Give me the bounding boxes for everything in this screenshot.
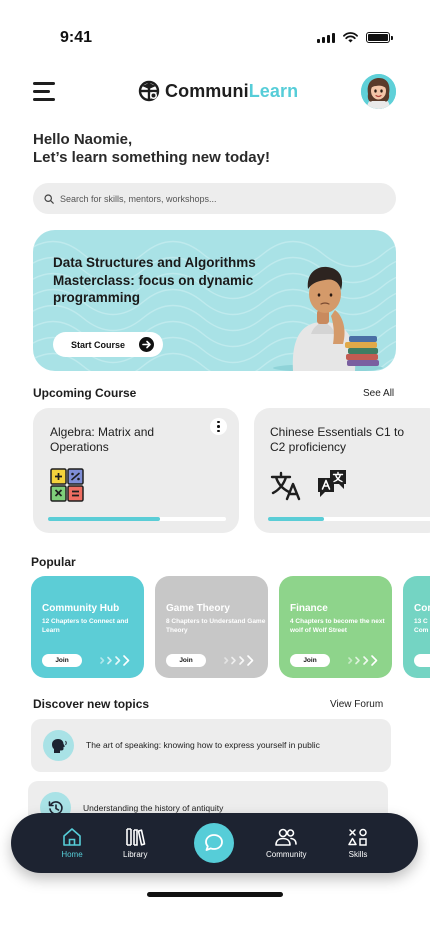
start-course-button[interactable]: Start Course <box>53 332 163 357</box>
popular-card-subtitle: 13 C Com <box>414 618 429 634</box>
upcoming-heading: Upcoming Course <box>33 386 137 400</box>
course-title: Chinese Essentials C1 to C2 proficiency <box>270 425 405 454</box>
chevrons-right-icon <box>224 655 254 666</box>
greeting-line-1: Hello Naomie, <box>33 131 133 148</box>
arrow-right-icon <box>139 337 154 352</box>
banner-title: Data Structures and Algorithms Mastercla… <box>53 255 256 305</box>
popular-card-subtitle: 4 Chapters to become the next wolf of Wo… <box>290 618 385 634</box>
battery-icon <box>366 32 393 43</box>
search-icon <box>44 193 54 204</box>
tab-home-label: Home <box>61 850 83 859</box>
popular-card-partial[interactable]: Cor 13 C Com J <box>403 576 430 678</box>
translate-icon <box>270 471 301 501</box>
search-input[interactable] <box>60 193 360 204</box>
join-button[interactable]: Join <box>290 654 330 667</box>
student-illustration <box>273 266 383 371</box>
home-icon <box>63 828 81 846</box>
popular-card-title: Community Hub <box>42 603 120 614</box>
tab-community[interactable]: Community <box>266 827 306 859</box>
greeting-line-2: Let’s learn something new today! <box>33 149 270 166</box>
wifi-icon <box>343 32 358 43</box>
more-options-button[interactable] <box>210 418 227 435</box>
skills-icon <box>348 828 367 846</box>
tab-library-label: Library <box>123 850 148 859</box>
avatar-illustration <box>361 74 396 109</box>
discover-heading: Discover new topics <box>33 697 150 711</box>
popular-card-game-theory[interactable]: Game Theory 8 Chapters to Understand Gam… <box>155 576 268 678</box>
popular-card-subtitle: 12 Chapters to Connect and Learn <box>42 618 129 634</box>
app-logo: CommuniLearn <box>138 80 298 102</box>
calculator-icon <box>50 468 84 502</box>
tab-skills[interactable]: Skills <box>347 827 369 859</box>
popular-heading: Popular <box>31 555 76 569</box>
view-forum-link[interactable]: View Forum <box>330 699 383 710</box>
course-progress-bar <box>268 517 430 521</box>
search-bar[interactable] <box>33 183 396 214</box>
tab-community-label: Community <box>266 850 307 859</box>
join-button[interactable]: J <box>414 654 430 667</box>
popular-card-title: Cor <box>414 603 430 614</box>
home-indicator <box>147 892 283 897</box>
popular-card-finance[interactable]: Finance 4 Chapters to become the next wo… <box>279 576 392 678</box>
course-title: Algebra: Matrix and Operations <box>50 425 155 454</box>
language-chat-icon <box>318 470 346 497</box>
menu-button[interactable] <box>33 82 55 101</box>
status-bar: 9:41 <box>0 0 430 70</box>
join-button[interactable]: Join <box>42 654 82 667</box>
top-bar: CommuniLearn <box>0 74 430 110</box>
bottom-tab-bar: Home Library Community Skills <box>11 813 418 873</box>
course-progress-fill <box>268 517 325 521</box>
see-all-link[interactable]: See All <box>363 388 394 399</box>
library-icon <box>126 828 146 846</box>
chevrons-right-icon <box>100 655 130 666</box>
status-time: 9:41 <box>60 29 93 46</box>
speaking-head-icon <box>43 730 74 761</box>
topic-text: Understanding the history of antiquity <box>83 803 224 813</box>
course-progress-bar <box>48 517 226 521</box>
community-icon <box>275 828 298 846</box>
chevrons-right-icon <box>348 655 378 666</box>
featured-course-banner[interactable]: Data Structures and Algorithms Mastercla… <box>33 230 396 371</box>
signal-icon <box>317 32 335 43</box>
logo-icon <box>138 80 160 102</box>
popular-card-subtitle: 8 Chapters to Understand Game Theory <box>166 618 266 634</box>
start-course-label: Start Course <box>71 339 126 350</box>
logo-text: CommuniLearn <box>165 80 299 101</box>
chat-button[interactable] <box>194 823 234 863</box>
avatar[interactable] <box>361 74 396 109</box>
tab-skills-label: Skills <box>348 850 368 859</box>
popular-card-community-hub[interactable]: Community Hub 12 Chapters to Connect and… <box>31 576 144 678</box>
tab-library[interactable]: Library <box>123 827 147 859</box>
popular-card-title: Finance <box>290 603 328 614</box>
course-card-algebra[interactable]: Algebra: Matrix and Operations <box>33 408 239 533</box>
join-button[interactable]: Join <box>166 654 206 667</box>
topic-item-speaking[interactable]: The art of speaking: knowing how to expr… <box>31 719 391 772</box>
course-progress-fill <box>48 517 161 521</box>
course-card-chinese[interactable]: Chinese Essentials C1 to C2 proficiency <box>254 408 430 533</box>
chat-bubble-icon <box>205 834 223 851</box>
topic-text: The art of speaking: knowing how to expr… <box>86 740 320 750</box>
greeting: Hello Naomie, Let’s learn something new … <box>33 131 270 167</box>
popular-card-title: Game Theory <box>166 603 230 614</box>
tab-home[interactable]: Home <box>61 827 83 859</box>
status-icons <box>317 32 393 43</box>
